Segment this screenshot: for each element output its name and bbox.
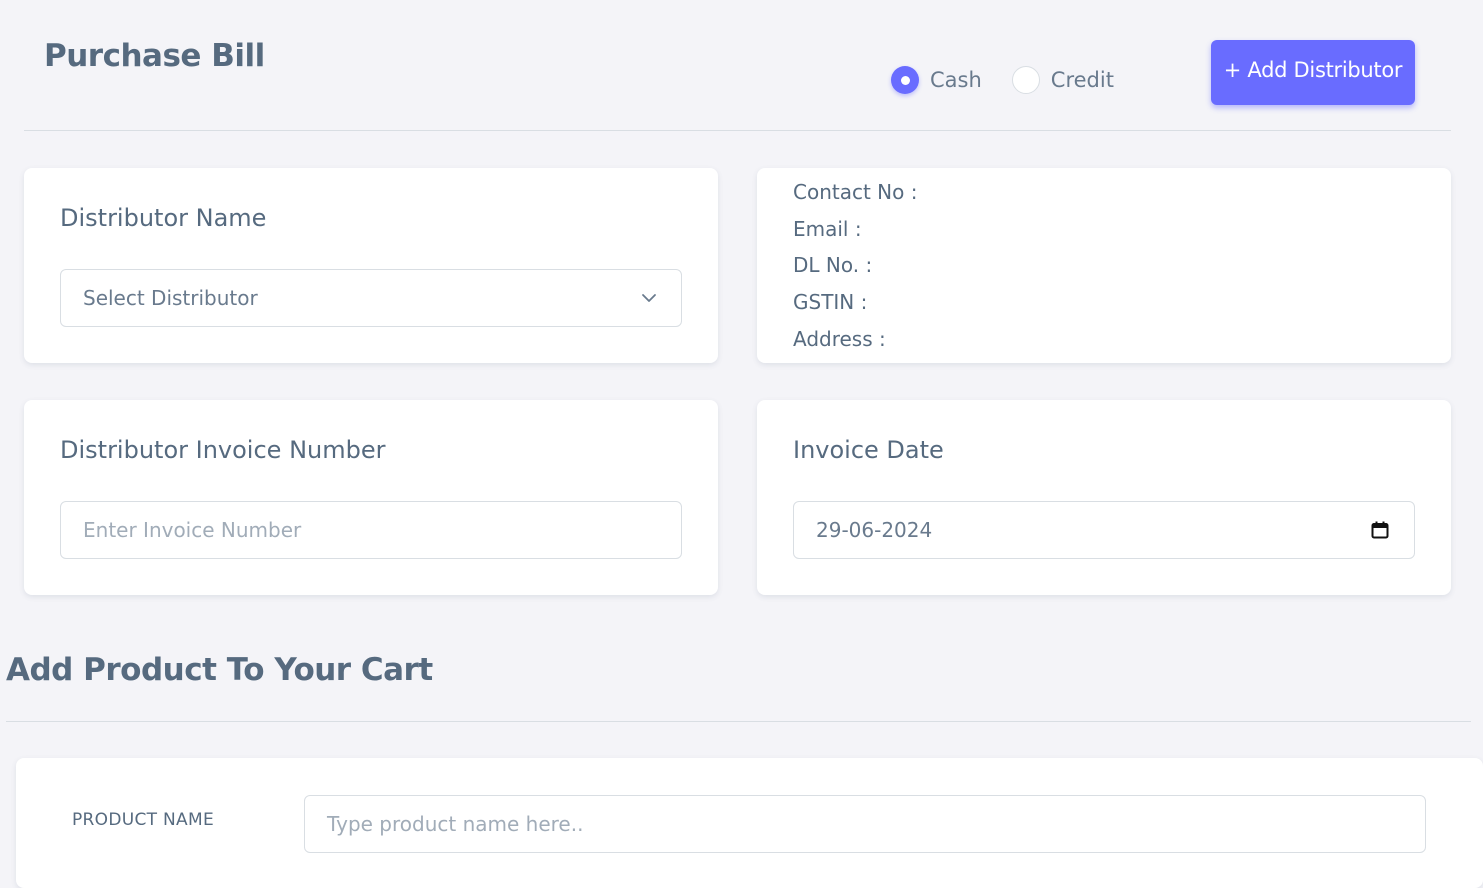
- radio-cash-indicator[interactable]: [891, 66, 919, 94]
- invoice-number-input[interactable]: Enter Invoice Number: [60, 501, 682, 559]
- distributor-info-card: Contact No : Email : DL No. : GSTIN : Ad…: [757, 168, 1451, 363]
- invoice-date-label: Invoice Date: [793, 436, 944, 464]
- invoice-number-card: Distributor Invoice Number Enter Invoice…: [24, 400, 718, 595]
- radio-cash[interactable]: Cash: [891, 66, 982, 94]
- product-name-placeholder: Type product name here..: [327, 812, 584, 836]
- address-label: Address :: [793, 327, 886, 351]
- cart-divider: [6, 721, 1471, 722]
- payment-type-radio-group: Cash Credit: [891, 66, 1114, 94]
- distributor-select-value: Select Distributor: [83, 286, 258, 310]
- radio-credit[interactable]: Credit: [1011, 66, 1114, 94]
- contact-no-label: Contact No :: [793, 180, 918, 204]
- invoice-date-card: Invoice Date 29-06-2024: [757, 400, 1451, 595]
- distributor-name-label: Distributor Name: [60, 204, 267, 232]
- chevron-down-icon: [642, 294, 656, 302]
- page-title: Purchase Bill: [44, 38, 265, 74]
- invoice-number-label: Distributor Invoice Number: [60, 436, 386, 464]
- invoice-date-input[interactable]: 29-06-2024: [793, 501, 1415, 559]
- invoice-date-value: 29-06-2024: [816, 518, 933, 542]
- header-divider: [24, 130, 1451, 131]
- radio-credit-indicator[interactable]: [1011, 66, 1040, 94]
- product-name-label: PRODUCT NAME: [72, 810, 214, 830]
- invoice-number-placeholder: Enter Invoice Number: [83, 518, 302, 542]
- distributor-select[interactable]: Select Distributor: [60, 269, 682, 327]
- cart-section-title: Add Product To Your Cart: [6, 652, 433, 688]
- email-label: Email :: [793, 217, 862, 241]
- add-distributor-button[interactable]: + Add Distributor: [1211, 40, 1415, 105]
- radio-credit-label[interactable]: Credit: [1051, 68, 1114, 92]
- radio-cash-label[interactable]: Cash: [930, 68, 982, 92]
- dl-no-label: DL No. :: [793, 253, 873, 277]
- calendar-icon[interactable]: [1370, 520, 1390, 540]
- distributor-name-card: Distributor Name Select Distributor: [24, 168, 718, 363]
- product-card: PRODUCT NAME Type product name here..: [16, 758, 1483, 888]
- product-name-input[interactable]: Type product name here..: [304, 795, 1426, 853]
- gstin-label: GSTIN :: [793, 290, 868, 314]
